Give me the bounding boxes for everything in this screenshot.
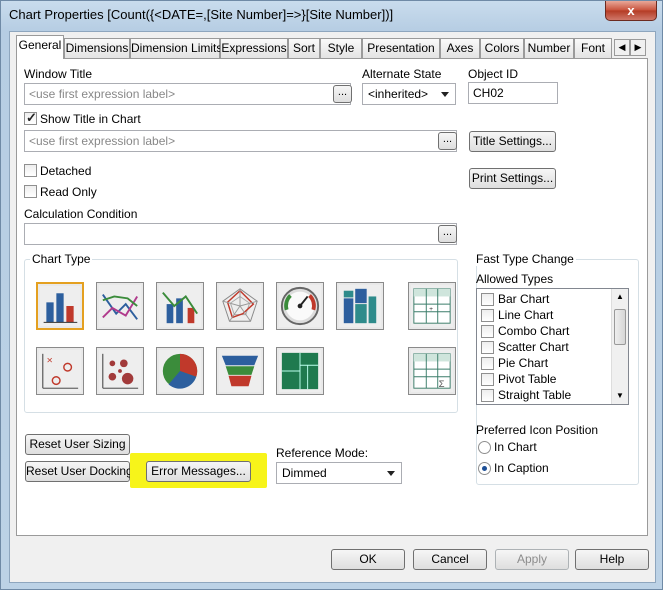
allowed-type-checkbox[interactable] xyxy=(481,357,494,370)
ok-button[interactable]: OK xyxy=(331,549,405,570)
allowed-types-list[interactable]: Bar Chart Line Chart Combo Chart Scatter… xyxy=(476,288,629,405)
object-id-label: Object ID xyxy=(468,67,519,81)
fast-type-change-label: Fast Type Change xyxy=(474,252,576,266)
chart-title-input[interactable]: <use first expression label> xyxy=(24,130,457,152)
chevron-down-icon xyxy=(387,471,395,476)
read-only-label: Read Only xyxy=(40,185,97,199)
tab-sort[interactable]: Sort xyxy=(288,38,320,58)
print-settings-button[interactable]: Print Settings... xyxy=(469,168,556,189)
in-chart-radio[interactable] xyxy=(478,441,491,454)
preferred-icon-position-label: Preferred Icon Position xyxy=(476,423,599,437)
in-chart-label: In Chart xyxy=(494,440,537,454)
allowed-type-label: Pie Chart xyxy=(498,356,549,370)
combo-chart-icon[interactable] xyxy=(156,282,204,330)
grid-chart-icon[interactable] xyxy=(96,347,144,395)
tab-font[interactable]: Font xyxy=(574,38,612,58)
gauge-chart-icon[interactable] xyxy=(276,282,324,330)
show-title-label: Show Title in Chart xyxy=(40,112,141,126)
alternate-state-select[interactable]: <inherited> xyxy=(362,83,456,105)
allowed-type-label: Line Chart xyxy=(498,308,554,322)
read-only-checkbox[interactable] xyxy=(24,185,37,198)
allowed-type-checkbox[interactable] xyxy=(481,341,494,354)
close-button[interactable]: x xyxy=(605,1,657,21)
window-title: Chart Properties [Count({<DATE=,[Site Nu… xyxy=(9,7,394,22)
show-title-checkbox[interactable] xyxy=(24,110,37,126)
tab-presentation[interactable]: Presentation xyxy=(362,38,440,58)
tab-number[interactable]: Number xyxy=(524,38,574,58)
scroll-up-icon[interactable]: ▲ xyxy=(616,292,624,301)
scroll-down-icon[interactable]: ▼ xyxy=(616,391,624,400)
tab-general[interactable]: General xyxy=(16,35,64,59)
reference-mode-value: Dimmed xyxy=(282,466,327,480)
cancel-button[interactable]: Cancel xyxy=(413,549,487,570)
chart-type-label: Chart Type xyxy=(30,252,93,266)
tab-axes[interactable]: Axes xyxy=(440,38,480,58)
allowed-type-label: Bar Chart xyxy=(498,292,550,306)
allowed-types-label: Allowed Types xyxy=(476,272,554,286)
bar-chart-icon[interactable] xyxy=(36,282,84,330)
alternate-state-label: Alternate State xyxy=(362,67,442,81)
allowed-type-checkbox[interactable] xyxy=(481,309,494,322)
general-tab-panel: Window Title <use first expression label… xyxy=(16,58,648,536)
calc-condition-label: Calculation Condition xyxy=(24,207,138,221)
svg-text:Σ: Σ xyxy=(439,379,445,390)
calc-condition-input[interactable] xyxy=(24,223,457,245)
allowed-type-label: Pivot Table xyxy=(498,372,557,386)
apply-button[interactable]: Apply xyxy=(495,549,569,570)
mekko-chart-icon[interactable] xyxy=(336,282,384,330)
tab-dimension-limits[interactable]: Dimension Limits xyxy=(130,38,222,58)
allowed-type-checkbox[interactable] xyxy=(481,293,494,306)
svg-text:+: + xyxy=(429,306,433,313)
allowed-type-checkbox[interactable] xyxy=(481,325,494,338)
in-caption-label: In Caption xyxy=(494,461,549,475)
dialog-window: Chart Properties [Count({<DATE=,[Site Nu… xyxy=(0,0,663,590)
tab-dimensions[interactable]: Dimensions xyxy=(64,38,130,58)
detached-label: Detached xyxy=(40,164,92,178)
tab-style[interactable]: Style xyxy=(320,38,362,58)
detached-checkbox[interactable] xyxy=(24,164,37,177)
window-title-label: Window Title xyxy=(24,67,93,81)
reset-user-docking-button[interactable]: Reset User Docking xyxy=(25,461,133,482)
help-button[interactable]: Help xyxy=(575,549,649,570)
object-id-input[interactable]: CH02 xyxy=(468,82,558,104)
svg-text:×: × xyxy=(47,354,53,366)
allowed-type-checkbox[interactable] xyxy=(481,373,494,386)
tab-colors[interactable]: Colors xyxy=(480,38,524,58)
reference-mode-select[interactable]: Dimmed xyxy=(276,462,402,484)
allowed-types-scrollbar[interactable]: ▲ ▼ xyxy=(611,289,628,404)
in-caption-radio[interactable] xyxy=(478,462,491,475)
calc-condition-browse-button[interactable]: ... xyxy=(438,225,457,243)
tab-scroll-right-icon[interactable]: ▶ xyxy=(630,39,646,56)
allowed-type-label: Combo Chart xyxy=(498,324,570,338)
block-chart-icon[interactable] xyxy=(276,347,324,395)
reference-mode-label: Reference Mode: xyxy=(276,446,369,460)
straight-table-icon[interactable]: Σ xyxy=(408,347,456,395)
chevron-down-icon xyxy=(441,92,449,97)
line-chart-icon[interactable] xyxy=(96,282,144,330)
window-title-browse-button[interactable]: ... xyxy=(333,85,352,103)
dialog-client-area: General Dimensions Dimension Limits Expr… xyxy=(9,31,656,583)
error-messages-button[interactable]: Error Messages... xyxy=(146,461,251,482)
title-settings-button[interactable]: Title Settings... xyxy=(469,131,556,152)
pivot-table-icon[interactable]: + xyxy=(408,282,456,330)
alternate-state-value: <inherited> xyxy=(368,87,429,101)
pie-chart-icon[interactable] xyxy=(156,347,204,395)
radar-chart-icon[interactable] xyxy=(216,282,264,330)
funnel-chart-icon[interactable] xyxy=(216,347,264,395)
allowed-type-label: Scatter Chart xyxy=(498,340,569,354)
allowed-type-label: Straight Table xyxy=(498,388,572,402)
tab-expressions[interactable]: Expressions xyxy=(220,38,288,58)
allowed-type-checkbox[interactable] xyxy=(481,389,494,402)
tab-scroll-left-icon[interactable]: ◀ xyxy=(614,39,630,56)
scroll-thumb[interactable] xyxy=(614,309,626,345)
window-title-input[interactable]: <use first expression label> xyxy=(24,83,351,105)
scatter-chart-icon[interactable]: × xyxy=(36,347,84,395)
reset-user-sizing-button[interactable]: Reset User Sizing xyxy=(25,434,130,455)
chart-title-browse-button[interactable]: ... xyxy=(438,132,457,150)
